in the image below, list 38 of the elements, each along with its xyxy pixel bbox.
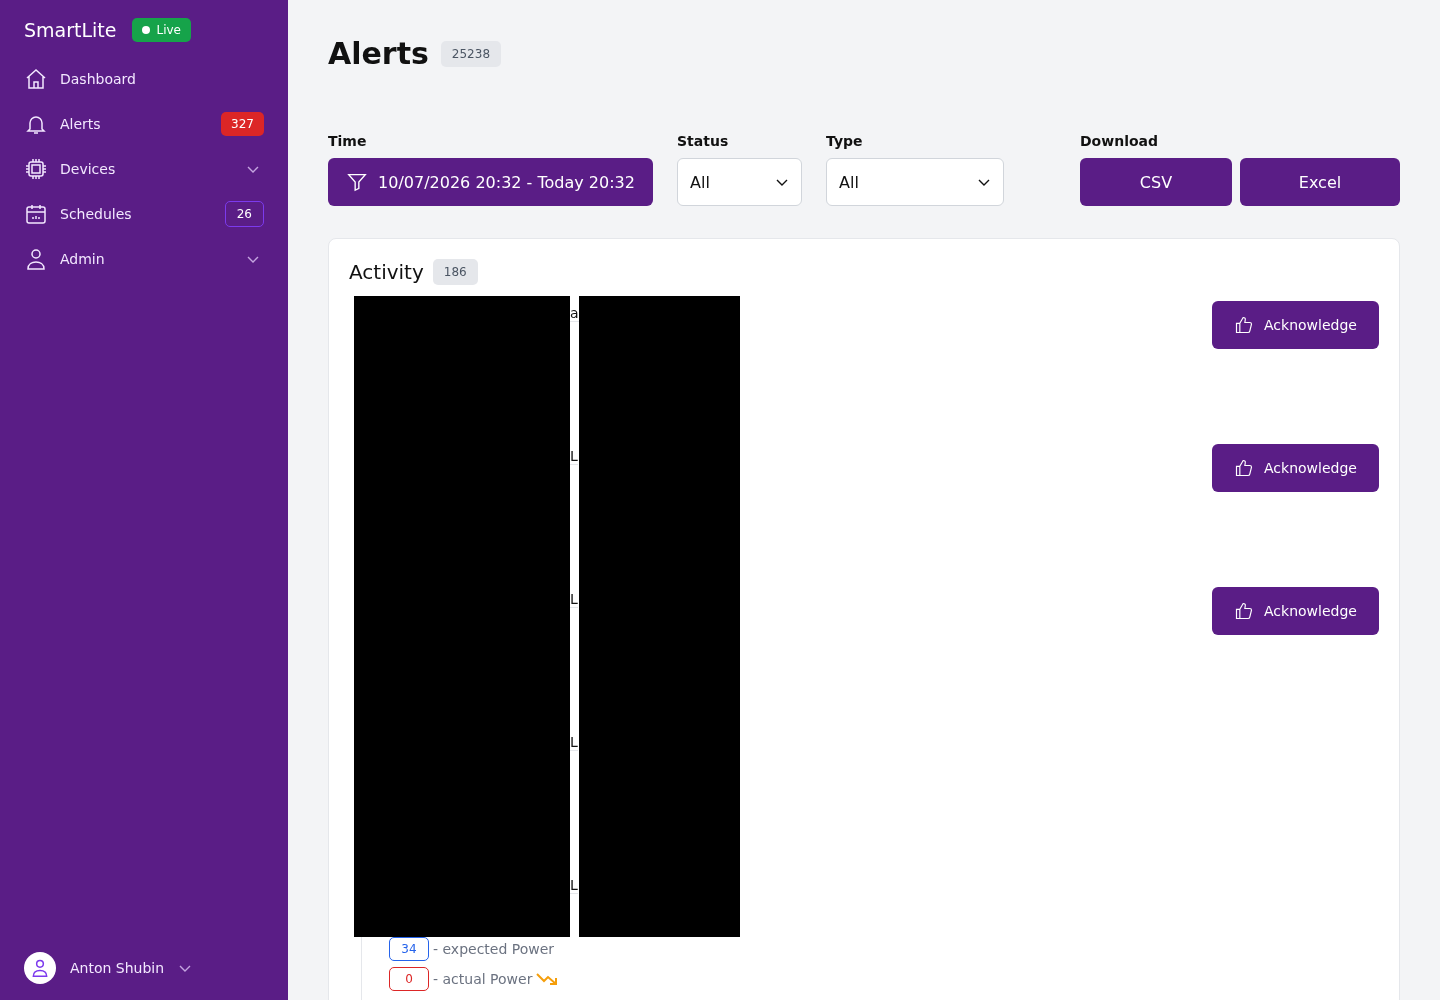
- download-button[interactable]: CSV: [1080, 158, 1232, 206]
- count-badge: 186: [432, 259, 478, 285]
- count-badge: 26: [224, 200, 264, 227]
- field-label: Status: [677, 133, 730, 149]
- thumbs-up-icon: [1234, 315, 1255, 335]
- count-badge: 327: [221, 111, 264, 136]
- field-label: Time: [328, 133, 368, 149]
- value-badge: 0: [389, 967, 429, 991]
- sidebar-item[interactable]: Alerts 327: [24, 101, 264, 146]
- chip-icon: [24, 156, 48, 181]
- field-label: Type: [826, 133, 864, 149]
- home-icon: [24, 66, 48, 91]
- user-menu[interactable]: Anton Shubin: [24, 952, 264, 984]
- field-label: Download: [1080, 133, 1160, 149]
- count-badge: 25238: [440, 40, 502, 67]
- sidebar-item[interactable]: Devices: [24, 146, 264, 191]
- section-title: Activity: [349, 260, 424, 284]
- sidebar-item[interactable]: Admin: [24, 236, 264, 281]
- status-select[interactable]: All: [677, 158, 802, 206]
- thumbs-up-icon: [1234, 458, 1255, 478]
- download-button[interactable]: Excel: [1240, 158, 1400, 206]
- legend-text: - expected Power: [433, 941, 555, 957]
- filter-icon: [346, 171, 369, 193]
- date-range-button[interactable]: 10/07/2026 20:32 - Today 20:32: [328, 158, 653, 206]
- acknowledge-button[interactable]: Acknowledge: [1212, 444, 1379, 492]
- live-badge: Live: [132, 18, 191, 42]
- brand-name: SmartLite: [24, 19, 117, 41]
- type-select[interactable]: All: [826, 158, 1004, 206]
- sidebar-item[interactable]: Dashboard: [24, 56, 264, 101]
- page-title: Alerts: [328, 36, 429, 71]
- thumbs-up-icon: [1234, 601, 1255, 621]
- person-icon: [24, 246, 48, 271]
- value-badge: 34: [389, 937, 429, 961]
- legend-text: - actual Power: [433, 971, 533, 987]
- acknowledge-button[interactable]: Acknowledge: [1212, 587, 1379, 635]
- avatar-icon: [24, 952, 56, 984]
- sidebar-item[interactable]: Schedules 26: [24, 191, 264, 236]
- acknowledge-button[interactable]: Acknowledge: [1212, 301, 1379, 349]
